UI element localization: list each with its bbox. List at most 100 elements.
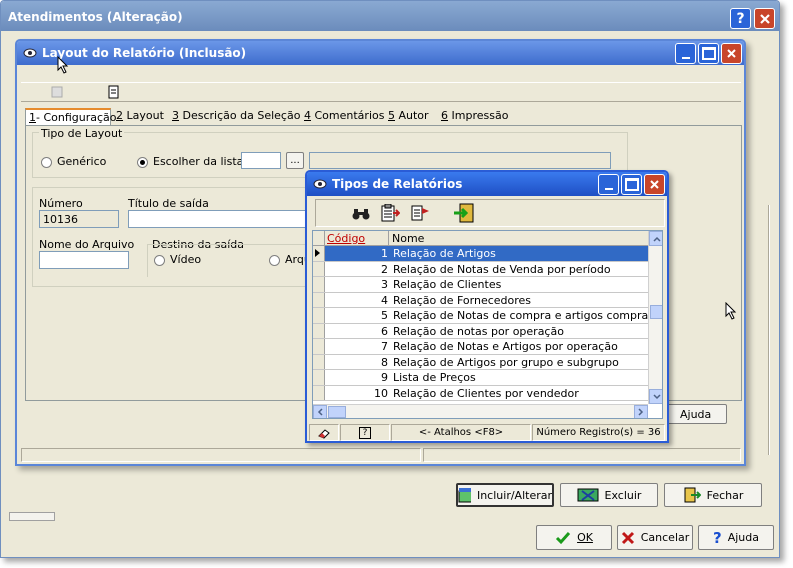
tab-autor[interactable]: 5 Autor: [385, 108, 432, 125]
row-name: Relação de Clientes por vendedor: [393, 386, 579, 400]
scroll-down-button[interactable]: [649, 389, 662, 404]
titulo-input[interactable]: [128, 210, 322, 228]
table-row[interactable]: 4 Relação de Fornecedores: [313, 292, 648, 308]
row-name: Relação de Artigos por grupo e subgrupo: [393, 355, 619, 369]
layout-status-left: [21, 448, 421, 462]
ok-button[interactable]: OK: [536, 525, 612, 550]
maximize-icon: [624, 178, 639, 191]
tipos-window: Tipos de Relatórios Código Nome 1 Relação…: [305, 170, 669, 443]
row-indicator: [313, 323, 325, 338]
table-row[interactable]: 8 Relação de Artigos por grupo e subgrupo: [313, 354, 648, 370]
document-flag-icon[interactable]: [410, 204, 430, 222]
tab-comentarios[interactable]: 4 Comentários: [301, 108, 387, 125]
table-row[interactable]: 7 Relação de Notas e Artigos por operação: [313, 339, 648, 355]
vertical-scrollbar[interactable]: [648, 231, 662, 404]
context-help-button[interactable]: ?: [730, 8, 751, 29]
ellipsis-button[interactable]: ...: [286, 152, 304, 169]
h-scroll-thumb[interactable]: [328, 406, 346, 418]
radio-escolher-label: Escolher da lista:: [153, 155, 248, 168]
close-icon: [727, 49, 736, 58]
row-name: Lista de Preços: [393, 371, 476, 384]
record-count-text: Número Registro(s) = 36: [536, 427, 661, 438]
row-code: 8: [381, 355, 388, 369]
binoculars-icon[interactable]: [352, 207, 370, 221]
scroll-right-button[interactable]: [634, 405, 648, 418]
radio-generico-label: Genérico: [57, 155, 107, 168]
include-alter-button[interactable]: Incluir/Alterar: [456, 483, 554, 507]
exit-icon[interactable]: [452, 202, 476, 224]
help-box-icon: ?: [359, 426, 371, 439]
table-row[interactable]: 3 Relação de Clientes: [313, 277, 648, 293]
radio-escolher-lista[interactable]: Escolher da lista:: [137, 155, 247, 168]
tab-label: Layout: [126, 109, 164, 122]
scroll-up-button[interactable]: [649, 231, 662, 246]
tab-label: Impressão: [451, 109, 509, 122]
layout-list-name-input[interactable]: [309, 152, 611, 169]
main-close-button[interactable]: [754, 8, 775, 29]
row-code: 2: [381, 262, 388, 276]
radio-generico[interactable]: Genérico: [41, 155, 106, 168]
document-icon[interactable]: [107, 85, 121, 99]
table-row[interactable]: 9 Lista de Preços: [313, 370, 648, 386]
row-name: Relação de notas por operação: [393, 324, 564, 338]
layout-window-title: Layout do Relatório (Inclusão): [42, 46, 247, 60]
layout-close-button[interactable]: [721, 43, 742, 64]
help-button[interactable]: ? Ajuda: [698, 525, 774, 550]
row-indicator: [313, 277, 325, 292]
tab-configuracao[interactable]: 1- Configuração: [25, 108, 117, 125]
shortcuts-text: <- Atalhos <F8>: [418, 427, 504, 438]
tipos-maximize-button[interactable]: [621, 174, 642, 195]
table-row[interactable]: 5 Relação de Notas de compra e artigos co…: [313, 308, 662, 324]
clipboard-icon[interactable]: [380, 204, 400, 222]
grid-header-name[interactable]: Nome: [392, 232, 424, 245]
tipos-title-bar: Tipos de Relatórios: [307, 172, 667, 196]
main-title-bar: Atendimentos (Alteração) ?: [1, 1, 779, 31]
radio-circle: [137, 156, 148, 168]
tab-descricao-selecao[interactable]: 3 Descrição da Seleção: [169, 108, 303, 125]
scroll-thumb[interactable]: [650, 305, 662, 319]
main-window-title: Atendimentos (Alteração): [8, 10, 183, 24]
row-code: 9: [381, 371, 388, 384]
table-row[interactable]: 6 Relação de notas por operação: [313, 323, 648, 339]
radio-video[interactable]: Vídeo: [154, 253, 201, 266]
horizontal-scroll-stub[interactable]: [9, 512, 55, 521]
tab-impressao[interactable]: 6 Impressão: [438, 108, 511, 125]
table-row[interactable]: 2 Relação de Notas de Venda por período: [313, 261, 648, 277]
table-row[interactable]: 1 Relação de Artigos: [313, 246, 648, 262]
row-name: Relação de Artigos: [393, 247, 496, 260]
tab-label: Configuração: [43, 111, 117, 124]
status-cell-help[interactable]: ?: [340, 424, 390, 441]
check-icon: [556, 531, 571, 544]
chevron-up-icon: [652, 236, 661, 242]
status-cell-shortcuts: <- Atalhos <F8>: [391, 424, 531, 441]
tipos-close-button[interactable]: [644, 174, 665, 195]
row-code: 5: [381, 309, 388, 322]
layout-minimize-button[interactable]: [675, 43, 696, 64]
arquivo-input[interactable]: [39, 251, 129, 269]
layout-maximize-button[interactable]: [698, 43, 719, 64]
tab-layout[interactable]: 2 Layout: [113, 108, 167, 125]
tipos-status-bar: ? <- Atalhos <F8> Número Registro(s) = 3…: [309, 424, 665, 441]
delete-icon: [577, 488, 599, 502]
close-button[interactable]: Fechar: [664, 483, 762, 507]
grid-header-indicator: [313, 231, 325, 246]
chevron-left-icon: [317, 408, 323, 416]
arquivo-label: Nome do Arquivo: [39, 238, 135, 251]
layout-help-button[interactable]: Ajuda: [667, 404, 727, 424]
table-row[interactable]: 10 Relação de Clientes por vendedor: [313, 385, 648, 401]
cancel-button[interactable]: Cancelar: [617, 525, 693, 550]
layout-list-code-input[interactable]: [241, 152, 281, 169]
grid-header-code[interactable]: Código: [327, 232, 365, 245]
chart-icon: [458, 488, 471, 503]
close-icon: [759, 13, 770, 24]
mouse-cursor-icon: [725, 302, 737, 320]
tab-strip: 1- Configuração 2 Layout 3 Descrição da …: [25, 108, 625, 126]
cancel-x-icon: [621, 531, 634, 544]
delete-button[interactable]: Excluir: [560, 483, 658, 507]
horizontal-scrollbar[interactable]: [313, 404, 648, 418]
layout-toolbar: [21, 82, 741, 102]
scroll-left-button[interactable]: [313, 405, 327, 418]
tipos-minimize-button[interactable]: [598, 174, 619, 195]
row-indicator: [313, 339, 325, 354]
status-cell-eraser[interactable]: [309, 424, 339, 441]
